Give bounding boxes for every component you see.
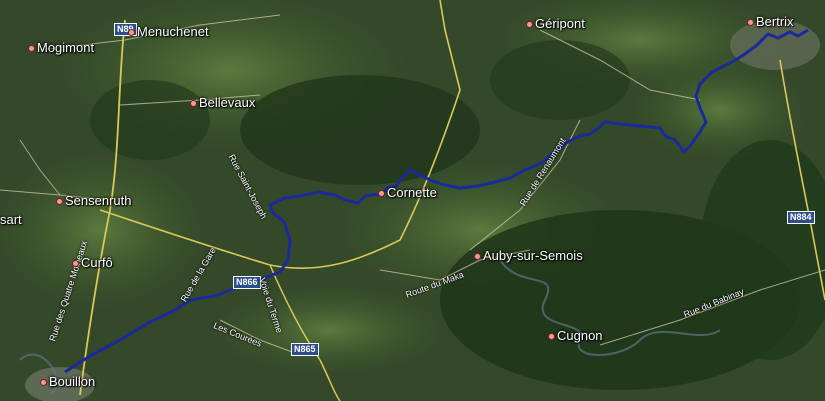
field-patch: [0, 150, 210, 310]
forest-zone: [90, 80, 210, 160]
place-label-curfoz[interactable]: Curfô: [72, 255, 113, 270]
place-label-auby[interactable]: Auby-sur-Semois: [474, 248, 583, 263]
place-label-sensenruth[interactable]: Sensenruth: [56, 193, 132, 208]
forest-zone: [240, 75, 480, 185]
place-marker-icon: [56, 198, 63, 206]
road-shield-n865: N865: [291, 343, 319, 356]
road-shield-n866: N866: [233, 276, 261, 289]
place-label-bertrix[interactable]: Bertrix: [747, 14, 794, 29]
place-marker-icon: [40, 379, 47, 387]
forest-zone: [490, 40, 630, 120]
place-marker-icon: [128, 29, 135, 37]
place-marker-icon: [28, 45, 35, 53]
place-marker-icon: [190, 100, 197, 108]
place-label-bellevaux[interactable]: Bellevaux: [190, 95, 255, 110]
place-marker-icon: [747, 19, 754, 27]
place-marker-icon: [526, 21, 533, 29]
place-marker-icon: [72, 260, 79, 268]
place-label-menuchenet[interactable]: Menuchenet: [128, 24, 209, 39]
place-label-cornette[interactable]: Cornette: [378, 185, 437, 200]
place-marker-icon: [378, 190, 385, 198]
place-label-bouillon[interactable]: Bouillon: [40, 374, 95, 389]
satellite-map[interactable]: N89 N866 N865 N884 Rue Saint-Joseph Rue …: [0, 0, 825, 401]
place-label-mogimont[interactable]: Mogimont: [28, 40, 94, 55]
field-patch: [210, 285, 450, 375]
place-marker-icon: [474, 253, 481, 261]
place-label-cugnon[interactable]: Cugnon: [548, 328, 603, 343]
road-shield-n884: N884: [787, 211, 815, 224]
place-label-sart[interactable]: sart: [0, 212, 22, 227]
place-marker-icon: [548, 333, 555, 341]
place-label-geripont[interactable]: Géripont: [526, 16, 585, 31]
